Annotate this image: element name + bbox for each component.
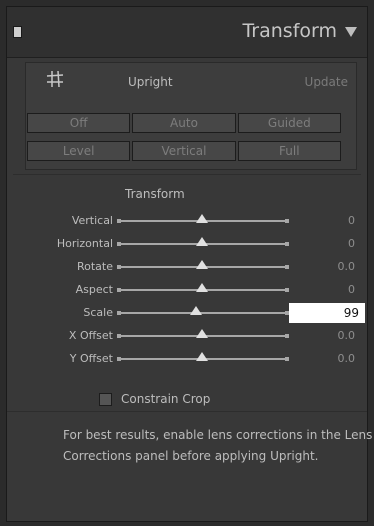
transform-section-title: Transform — [125, 187, 185, 201]
slider-label: Vertical — [71, 214, 113, 227]
upright-vertical-button[interactable]: Vertical — [132, 141, 236, 161]
upright-mode-row-1: Off Auto Guided — [27, 113, 341, 133]
upright-grid-icon — [46, 70, 64, 88]
slider-thumb[interactable] — [190, 306, 202, 315]
update-button[interactable]: Update — [305, 75, 348, 89]
collapse-arrow-icon[interactable] — [345, 27, 357, 37]
slider-thumb[interactable] — [196, 283, 208, 292]
upright-guided-button[interactable]: Guided — [237, 113, 341, 133]
constrain-crop-checkbox[interactable] — [99, 393, 112, 406]
slider-label: Horizontal — [56, 237, 113, 250]
slider-value[interactable]: 0 — [348, 283, 355, 296]
transform-panel: Transform Upright Update Off Auto Guided… — [6, 6, 372, 522]
constrain-crop-label: Constrain Crop — [121, 392, 211, 406]
slider-row-x-offset: X Offset 0.0 — [7, 326, 367, 346]
section-divider — [13, 174, 361, 175]
upright-full-button[interactable]: Full — [237, 141, 341, 161]
slider-thumb[interactable] — [196, 214, 208, 223]
slider-thumb[interactable] — [196, 352, 208, 361]
scale-value-field[interactable] — [289, 303, 365, 323]
upright-mode-row-2: Level Vertical Full — [27, 141, 341, 161]
upright-level-button[interactable]: Level — [27, 141, 131, 161]
upright-off-button[interactable]: Off — [27, 113, 131, 133]
upright-auto-button[interactable]: Auto — [132, 113, 236, 133]
upright-label: Upright — [128, 75, 173, 89]
slider-label: Y Offset — [69, 352, 113, 365]
slider-label: Rotate — [76, 260, 113, 273]
slider-track[interactable] — [117, 311, 289, 315]
slider-value[interactable]: 0.0 — [338, 260, 356, 273]
slider-row-y-offset: Y Offset 0.0 — [7, 349, 367, 369]
slider-row-horizontal: Horizontal 0 — [7, 234, 367, 254]
slider-label: X Offset — [68, 329, 113, 342]
slider-row-aspect: Aspect 0 — [7, 280, 367, 300]
panel-header[interactable]: Transform — [7, 7, 367, 58]
slider-value[interactable]: 0 — [348, 214, 355, 227]
slider-label: Aspect — [75, 283, 113, 296]
slider-row-rotate: Rotate 0.0 — [7, 257, 367, 277]
slider-row-vertical: Vertical 0 — [7, 211, 367, 231]
slider-thumb[interactable] — [196, 329, 208, 338]
slider-row-scale: Scale — [7, 303, 367, 323]
section-divider — [7, 411, 367, 412]
slider-thumb[interactable] — [196, 260, 208, 269]
slider-thumb[interactable] — [196, 237, 208, 246]
slider-value[interactable]: 0.0 — [338, 329, 356, 342]
slider-value[interactable]: 0 — [348, 237, 355, 250]
slider-value[interactable]: 0.0 — [338, 352, 356, 365]
slider-label: Scale — [83, 306, 113, 319]
panel-title: Transform — [242, 20, 337, 42]
panel-solo-toggle[interactable] — [13, 26, 22, 38]
upright-info-text: For best results, enable lens correction… — [63, 428, 373, 463]
